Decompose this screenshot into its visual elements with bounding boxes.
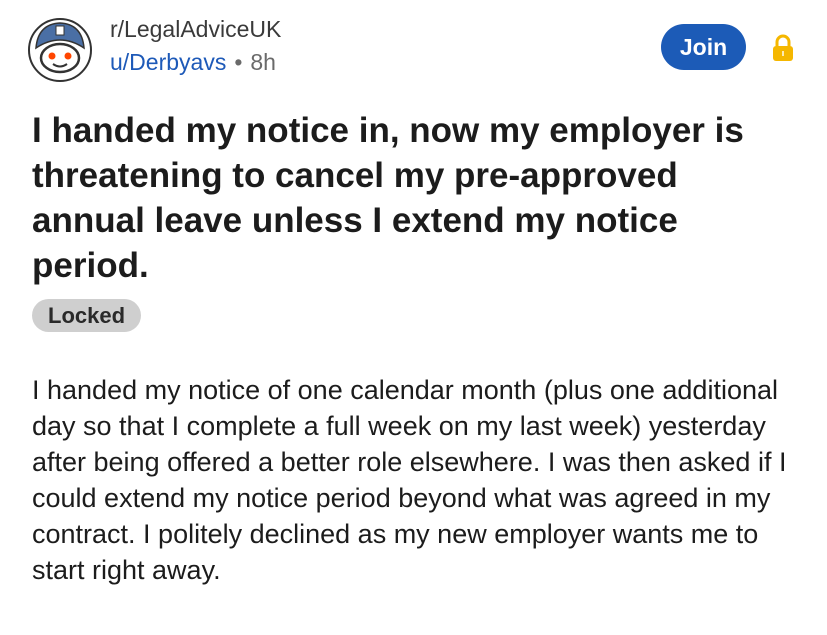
snoo-avatar-icon[interactable]	[28, 18, 92, 82]
join-button[interactable]: Join	[661, 24, 746, 70]
post-body: I handed my notice of one calendar month…	[32, 375, 787, 585]
locked-flair-badge: Locked	[32, 299, 142, 332]
lock-icon	[773, 34, 793, 61]
subreddit-name[interactable]: r/LegalAdviceUK	[110, 14, 281, 44]
author-line: u/Derbyavs • 8h	[110, 47, 281, 77]
post-header: r/LegalAdviceUK u/Derbyavs • 8h Join	[0, 0, 827, 100]
post-age: 8h	[250, 49, 276, 75]
post-title[interactable]: I handed my notice in, now my employer i…	[32, 108, 792, 288]
author-username[interactable]: u/Derbyavs	[110, 49, 226, 75]
meta-separator: •	[234, 49, 243, 75]
post-meta: r/LegalAdviceUK u/Derbyavs • 8h	[110, 14, 281, 77]
